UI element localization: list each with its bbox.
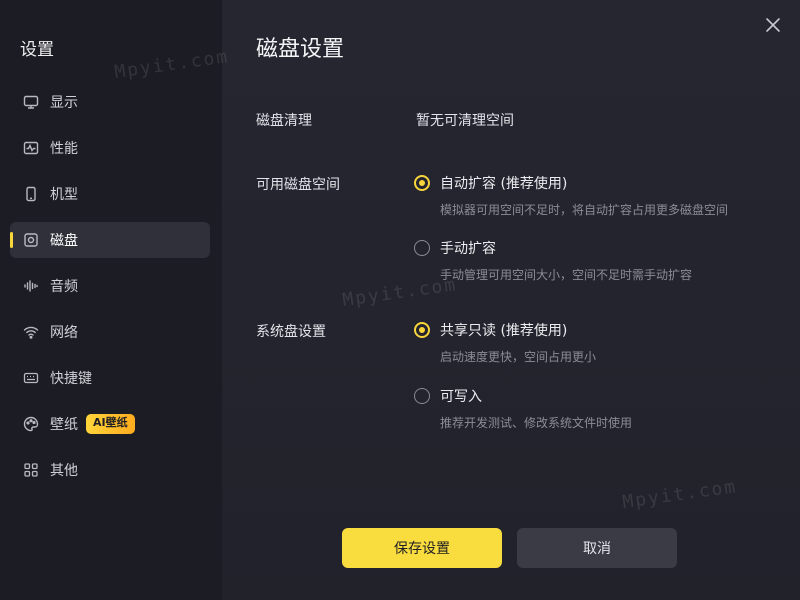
sidebar-title: 设置: [20, 40, 54, 60]
auto-expand-radio-group[interactable]: 自动扩容 (推荐使用): [414, 173, 728, 193]
page-title: 磁盘设置: [256, 37, 345, 62]
wifi-icon: [22, 323, 40, 341]
sidebar-item-label: 机型: [50, 187, 78, 203]
writable-radio-group[interactable]: 可写入: [414, 386, 632, 406]
manual-expand-label: 手动扩容: [440, 241, 496, 257]
option-auto-expand: 自动扩容 (推荐使用) 模拟器可用空间不足时，将自动扩容占用更多磁盘空间: [414, 173, 728, 218]
sidebar-item-audio[interactable]: 音频: [10, 268, 210, 304]
settings-window: 设置 显示 性能 机型 磁盘 音频 网络 快捷键 壁纸 AI壁纸 其他 Mpyi…: [0, 0, 800, 600]
sidebar-item-network[interactable]: 网络: [10, 314, 210, 350]
grid-icon: [22, 461, 40, 479]
disk-cleanup-label: 磁盘清理: [256, 113, 312, 129]
shared-readonly-radio-group[interactable]: 共享只读 (推荐使用): [414, 320, 596, 340]
cancel-button[interactable]: 取消: [517, 528, 677, 568]
audio-wave-icon: [22, 277, 40, 295]
monitor-icon: [22, 93, 40, 111]
available-space-label: 可用磁盘空间: [256, 177, 340, 193]
sidebar-item-shortcuts[interactable]: 快捷键: [10, 360, 210, 396]
sidebar-item-label: 壁纸: [50, 417, 78, 433]
manual-expand-radio[interactable]: [414, 240, 430, 256]
sidebar-item-label: 显示: [50, 95, 78, 111]
option-writable: 可写入 推荐开发测试、修改系统文件时使用: [414, 386, 632, 431]
writable-radio[interactable]: [414, 388, 430, 404]
sidebar: 设置 显示 性能 机型 磁盘 音频 网络 快捷键 壁纸 AI壁纸 其他 Mpyi…: [0, 0, 230, 600]
sidebar-item-disk[interactable]: 磁盘: [10, 222, 210, 258]
auto-expand-desc: 模拟器可用空间不足时，将自动扩容占用更多磁盘空间: [440, 203, 729, 217]
sidebar-item-label: 网络: [50, 325, 78, 341]
save-button[interactable]: 保存设置: [342, 528, 502, 568]
sidebar-item-label: 快捷键: [50, 371, 92, 387]
sidebar-item-other[interactable]: 其他: [10, 452, 210, 488]
sidebar-item-label: 性能: [50, 141, 78, 157]
system-disk-label: 系统盘设置: [256, 324, 326, 340]
ai-wallpaper-badge: AI壁纸: [86, 414, 135, 434]
palette-icon: [22, 415, 40, 433]
shared-readonly-label: 共享只读 (推荐使用): [440, 323, 568, 339]
manual-expand-desc: 手动管理可用空间大小，空间不足时需手动扩容: [440, 268, 693, 282]
sidebar-item-label: 磁盘: [50, 233, 78, 249]
close-icon: [766, 18, 780, 32]
disk-icon: [22, 231, 40, 249]
shared-readonly-desc: 启动速度更快，空间占用更小: [440, 350, 597, 364]
sidebar-item-device-model[interactable]: 机型: [10, 176, 210, 212]
sidebar-item-label: 音频: [50, 279, 78, 295]
option-manual-expand: 手动扩容 手动管理可用空间大小，空间不足时需手动扩容: [414, 238, 692, 283]
sidebar-item-wallpaper[interactable]: 壁纸 AI壁纸: [10, 406, 210, 442]
disk-cleanup-value: 暂无可清理空间: [416, 113, 514, 129]
option-shared-readonly: 共享只读 (推荐使用) 启动速度更快，空间占用更小: [414, 320, 596, 365]
pulse-icon: [22, 139, 40, 157]
phone-icon: [22, 185, 40, 203]
manual-expand-radio-group[interactable]: 手动扩容: [414, 238, 692, 258]
sidebar-item-performance[interactable]: 性能: [10, 130, 210, 166]
writable-label: 可写入: [440, 389, 482, 405]
sidebar-nav: 显示 性能 机型 磁盘 音频 网络 快捷键 壁纸 AI壁纸 其他: [0, 84, 222, 488]
auto-expand-label: 自动扩容 (推荐使用): [440, 176, 568, 192]
close-button[interactable]: [764, 16, 782, 34]
keyboard-icon: [22, 369, 40, 387]
writable-desc: 推荐开发测试、修改系统文件时使用: [440, 416, 633, 430]
shared-readonly-radio[interactable]: [414, 322, 430, 338]
auto-expand-radio[interactable]: [414, 175, 430, 191]
sidebar-item-label: 其他: [50, 463, 78, 479]
watermark: Mpyit.com: [621, 476, 739, 513]
main-panel: 磁盘设置 磁盘清理 暂无可清理空间 可用磁盘空间 自动扩容 (推荐使用) 模拟器…: [222, 0, 800, 600]
sidebar-item-display[interactable]: 显示: [10, 84, 210, 120]
